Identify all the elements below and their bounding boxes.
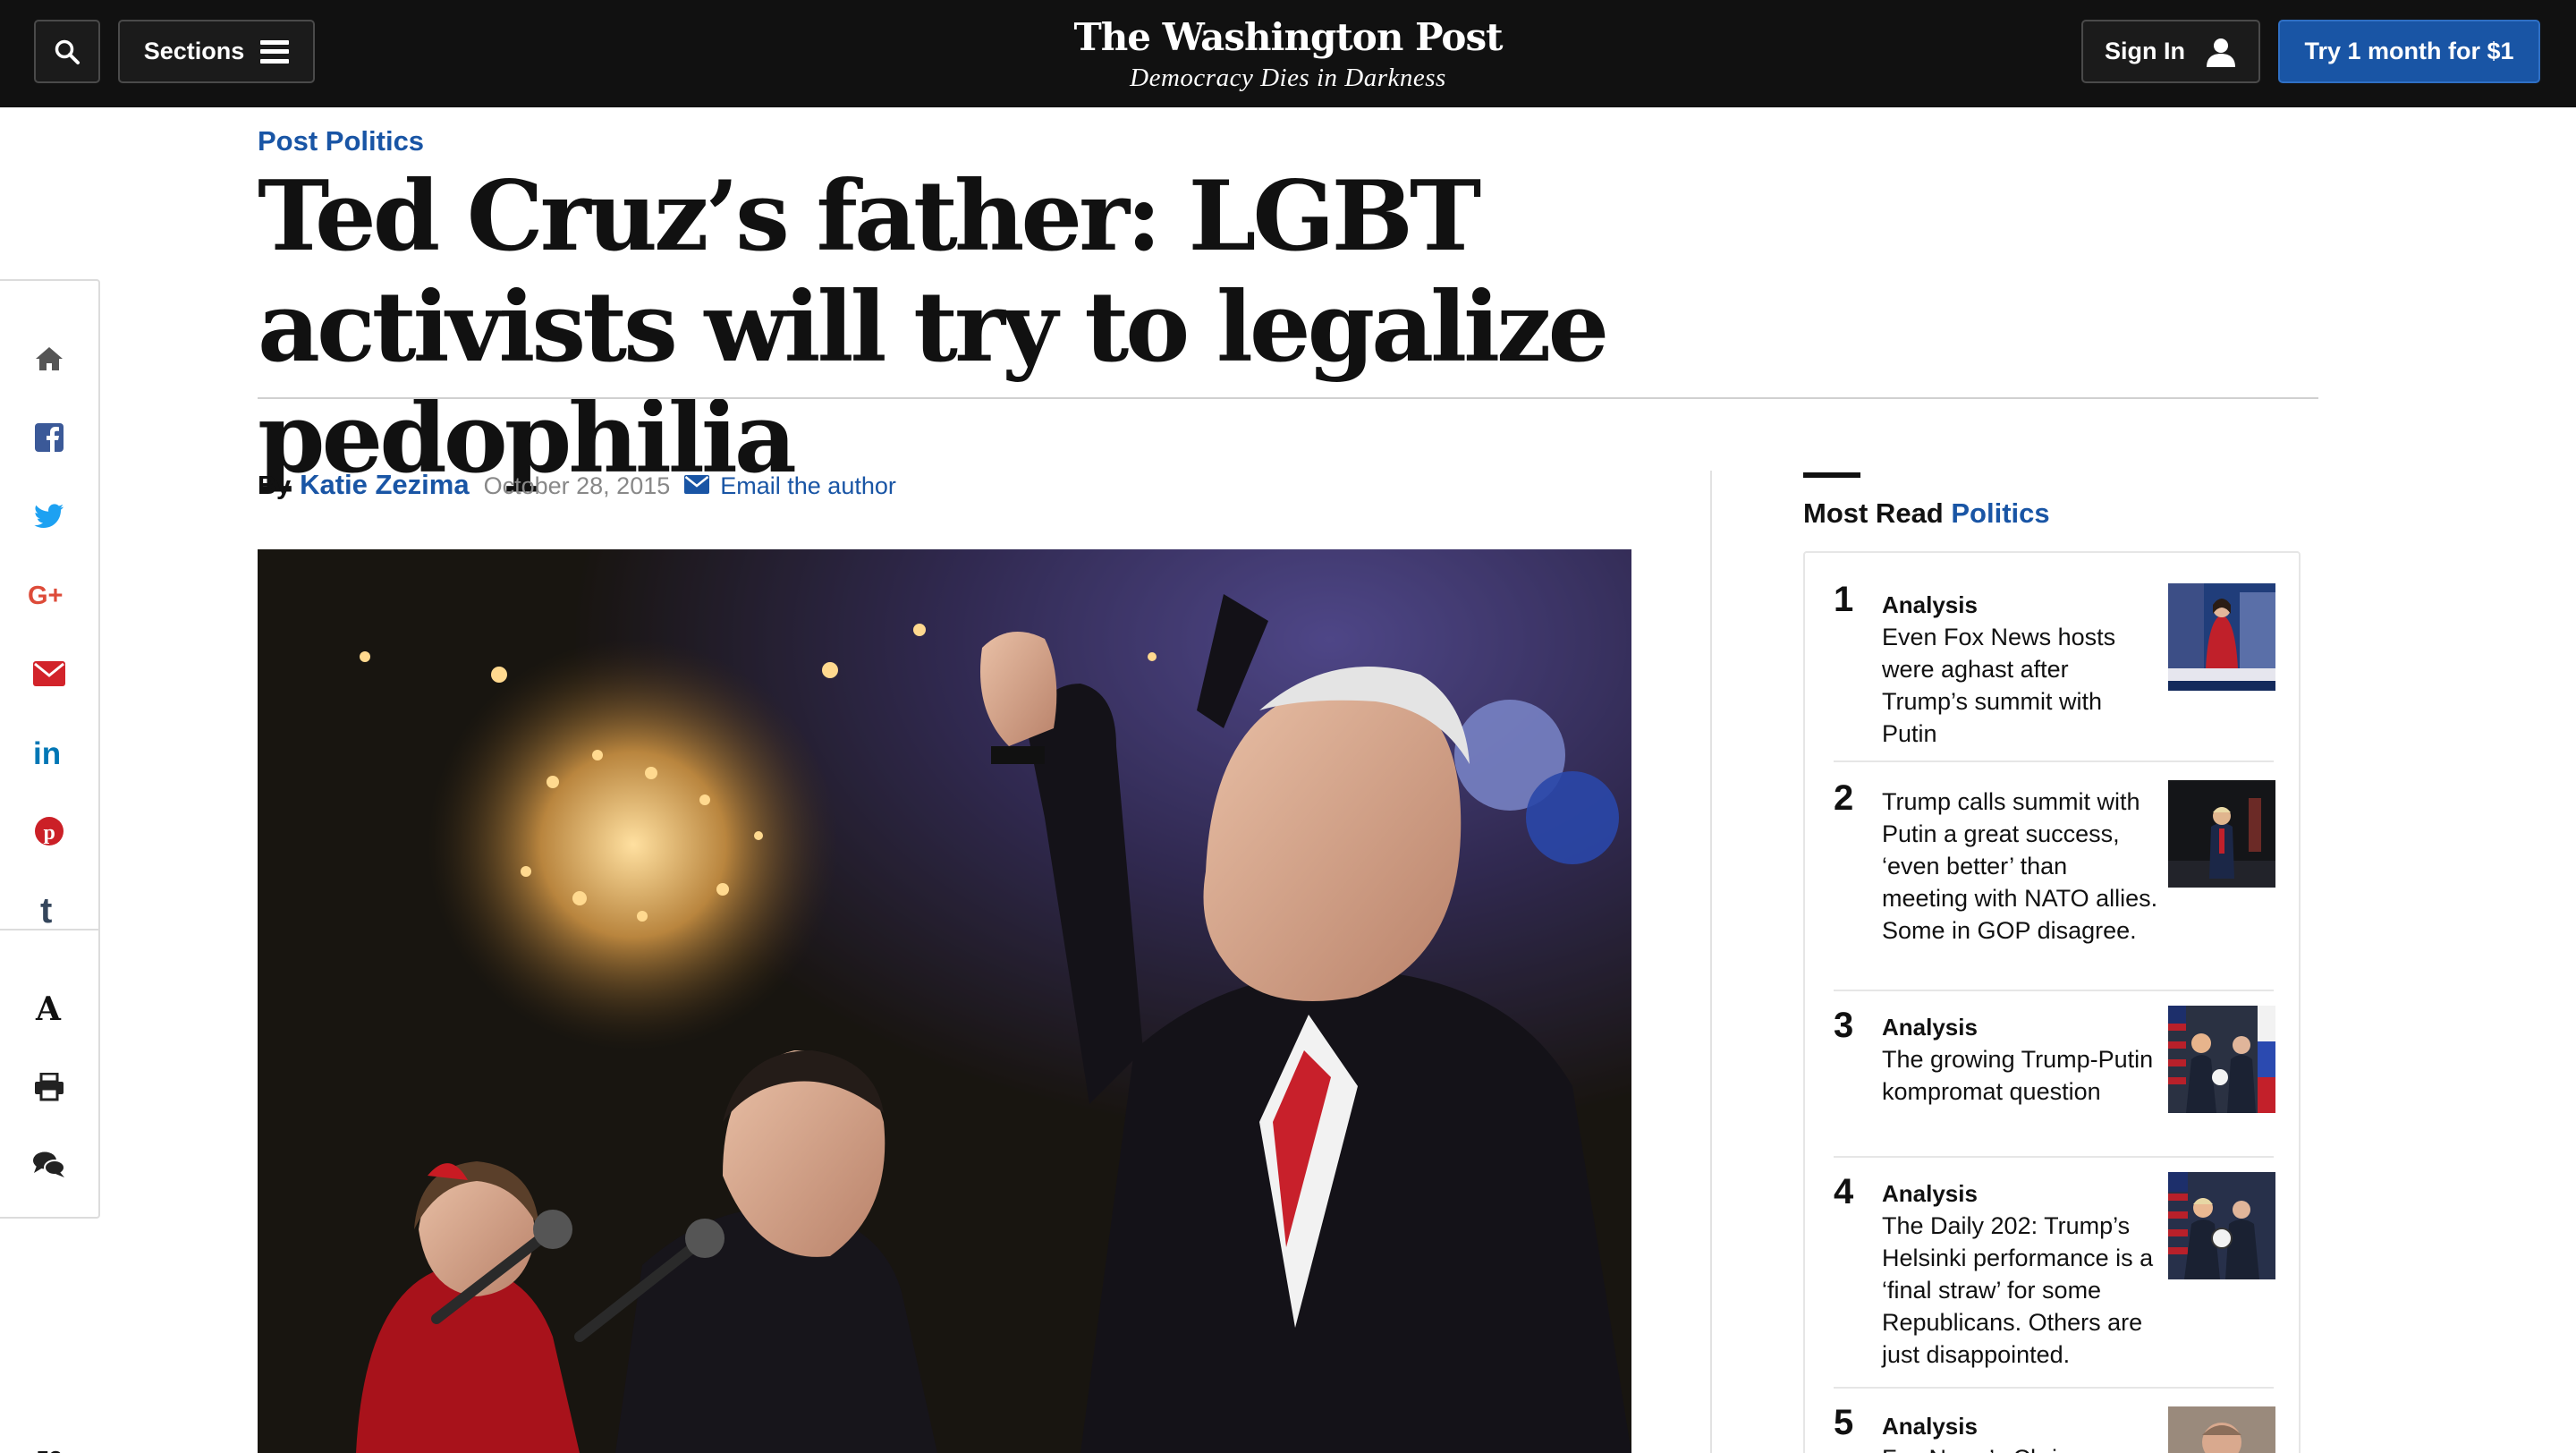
share-linkedin-button[interactable]: in bbox=[0, 726, 98, 779]
top-navigation-bar: Sections The Washington Post Democracy D… bbox=[0, 0, 2576, 107]
search-button[interactable] bbox=[34, 20, 100, 83]
section-kicker-link[interactable]: Post Politics bbox=[258, 125, 424, 157]
most-read-item-text: Trump calls summit with Putin a great su… bbox=[1882, 786, 2159, 947]
google-plus-icon: G+ bbox=[28, 582, 64, 608]
email-icon bbox=[33, 661, 65, 686]
most-read-thumbnail bbox=[2168, 1406, 2275, 1453]
analysis-label: Analysis bbox=[1882, 1014, 1978, 1041]
most-read-accent-bar bbox=[1803, 472, 1860, 478]
article-headline: Ted Cruz’s father: LGBT activists will t… bbox=[258, 160, 1609, 495]
twitter-icon bbox=[34, 504, 64, 528]
masthead-logo[interactable]: The Washington Post Democracy Dies in Da… bbox=[1020, 13, 1556, 93]
pinterest-icon: p bbox=[35, 817, 64, 845]
most-read-thumbnail bbox=[2168, 780, 2275, 888]
linkedin-icon: in bbox=[33, 738, 61, 767]
print-button[interactable] bbox=[0, 1060, 98, 1114]
tumblr-icon: t bbox=[40, 894, 52, 926]
list-divider bbox=[1834, 1156, 2274, 1158]
svg-text:t: t bbox=[40, 894, 52, 926]
share-pinterest-button[interactable]: p bbox=[0, 804, 98, 858]
most-read-item-text: Analysis Fox News’s Chris bbox=[1882, 1410, 2159, 1453]
most-read-thumbnail bbox=[2168, 1006, 2275, 1113]
print-icon bbox=[35, 1073, 64, 1101]
most-read-heading-prefix: Most Read bbox=[1803, 497, 1944, 529]
comments-count[interactable]: 53 bbox=[0, 1446, 98, 1453]
text-size-button[interactable]: A bbox=[0, 981, 98, 1035]
column-divider bbox=[1710, 471, 1712, 1453]
facebook-icon bbox=[35, 423, 64, 452]
most-read-item[interactable]: 5 Analysis Fox News’s Chris bbox=[1834, 1403, 2275, 1453]
email-author-link[interactable]: Email the author bbox=[684, 472, 896, 500]
svg-text:in: in bbox=[33, 738, 61, 767]
home-button[interactable] bbox=[0, 332, 98, 386]
svg-text:A: A bbox=[35, 993, 62, 1024]
list-divider bbox=[1834, 1387, 2274, 1389]
share-twitter-button[interactable] bbox=[0, 489, 98, 543]
analysis-label: Analysis bbox=[1882, 1413, 1978, 1440]
comments-button[interactable] bbox=[0, 1138, 98, 1192]
search-icon bbox=[55, 39, 80, 64]
share-google-plus-button[interactable]: G+ bbox=[0, 568, 98, 622]
logo-title: The Washington Post bbox=[1073, 15, 1504, 59]
share-email-button[interactable] bbox=[0, 647, 98, 701]
publish-date: October 28, 2015 bbox=[483, 472, 671, 499]
most-read-section-link[interactable]: Politics bbox=[1951, 497, 2049, 529]
most-read-title: Fox News’s Chris bbox=[1882, 1445, 2070, 1453]
article-lead-photo[interactable] bbox=[258, 549, 1631, 1453]
byline-prefix: By bbox=[258, 472, 292, 500]
most-read-item[interactable]: 3 Analysis The growing Trump-Putin kompr… bbox=[1834, 1006, 2275, 1149]
most-read-list: 1 Analysis Even Fox News hosts were agha… bbox=[1803, 551, 2301, 1453]
most-read-heading: Most Read Politics bbox=[1803, 497, 2050, 530]
most-read-item[interactable]: 2 Trump calls summit with Putin a great … bbox=[1834, 778, 2275, 984]
headline-divider bbox=[258, 397, 2318, 399]
analysis-label: Analysis bbox=[1882, 1180, 1978, 1207]
list-divider bbox=[1834, 990, 2274, 991]
svg-text:p: p bbox=[44, 821, 55, 845]
rail-divider bbox=[0, 929, 98, 930]
analysis-label: Analysis bbox=[1882, 591, 1978, 618]
rank-number: 4 bbox=[1834, 1172, 1854, 1211]
email-author-label: Email the author bbox=[720, 472, 896, 499]
most-read-title: The Daily 202: Trump’s Helsinki performa… bbox=[1882, 1212, 2154, 1368]
sections-menu-button[interactable]: Sections bbox=[118, 20, 315, 83]
most-read-title: Trump calls summit with Putin a great su… bbox=[1882, 788, 2158, 944]
user-icon bbox=[2207, 38, 2235, 67]
subscribe-button[interactable]: Try 1 month for $1 bbox=[2278, 20, 2540, 83]
most-read-thumbnail bbox=[2168, 1172, 2275, 1279]
lead-photo-image bbox=[258, 549, 1631, 1453]
sign-in-label: Sign In bbox=[2105, 38, 2185, 64]
rank-number: 2 bbox=[1834, 778, 1854, 818]
most-read-title: The growing Trump-Putin kompromat questi… bbox=[1882, 1046, 2154, 1105]
most-read-item-text: Analysis Even Fox News hosts were aghast… bbox=[1882, 589, 2159, 750]
rank-number: 3 bbox=[1834, 1006, 1854, 1045]
comments-icon bbox=[33, 1151, 65, 1177]
share-facebook-button[interactable] bbox=[0, 411, 98, 464]
most-read-item-text: Analysis The growing Trump-Putin komprom… bbox=[1882, 1011, 2159, 1108]
sections-label: Sections bbox=[143, 38, 245, 64]
share-rail: G+ in p t A bbox=[0, 279, 100, 1453]
text-size-icon: A bbox=[35, 993, 62, 1024]
author-link[interactable]: Katie Zezima bbox=[300, 469, 470, 501]
sign-in-button[interactable]: Sign In bbox=[2081, 20, 2260, 83]
envelope-icon bbox=[684, 475, 710, 494]
rank-number: 1 bbox=[1834, 580, 1854, 619]
hamburger-icon bbox=[260, 39, 290, 64]
logo-tagline: Democracy Dies in Darkness bbox=[1130, 64, 1446, 92]
byline: By Katie Zezima October 28, 2015 Email t… bbox=[258, 469, 896, 501]
list-divider bbox=[1834, 760, 2274, 762]
svg-text:G+: G+ bbox=[28, 582, 64, 608]
home-icon bbox=[36, 347, 63, 370]
most-read-thumbnail bbox=[2168, 583, 2275, 691]
most-read-title: Even Fox News hosts were aghast after Tr… bbox=[1882, 624, 2116, 747]
rank-number: 5 bbox=[1834, 1403, 1854, 1442]
most-read-item-text: Analysis The Daily 202: Trump’s Helsinki… bbox=[1882, 1177, 2159, 1371]
most-read-item[interactable]: 4 Analysis The Daily 202: Trump’s Helsin… bbox=[1834, 1172, 2275, 1387]
most-read-item[interactable]: 1 Analysis Even Fox News hosts were agha… bbox=[1834, 580, 2275, 750]
